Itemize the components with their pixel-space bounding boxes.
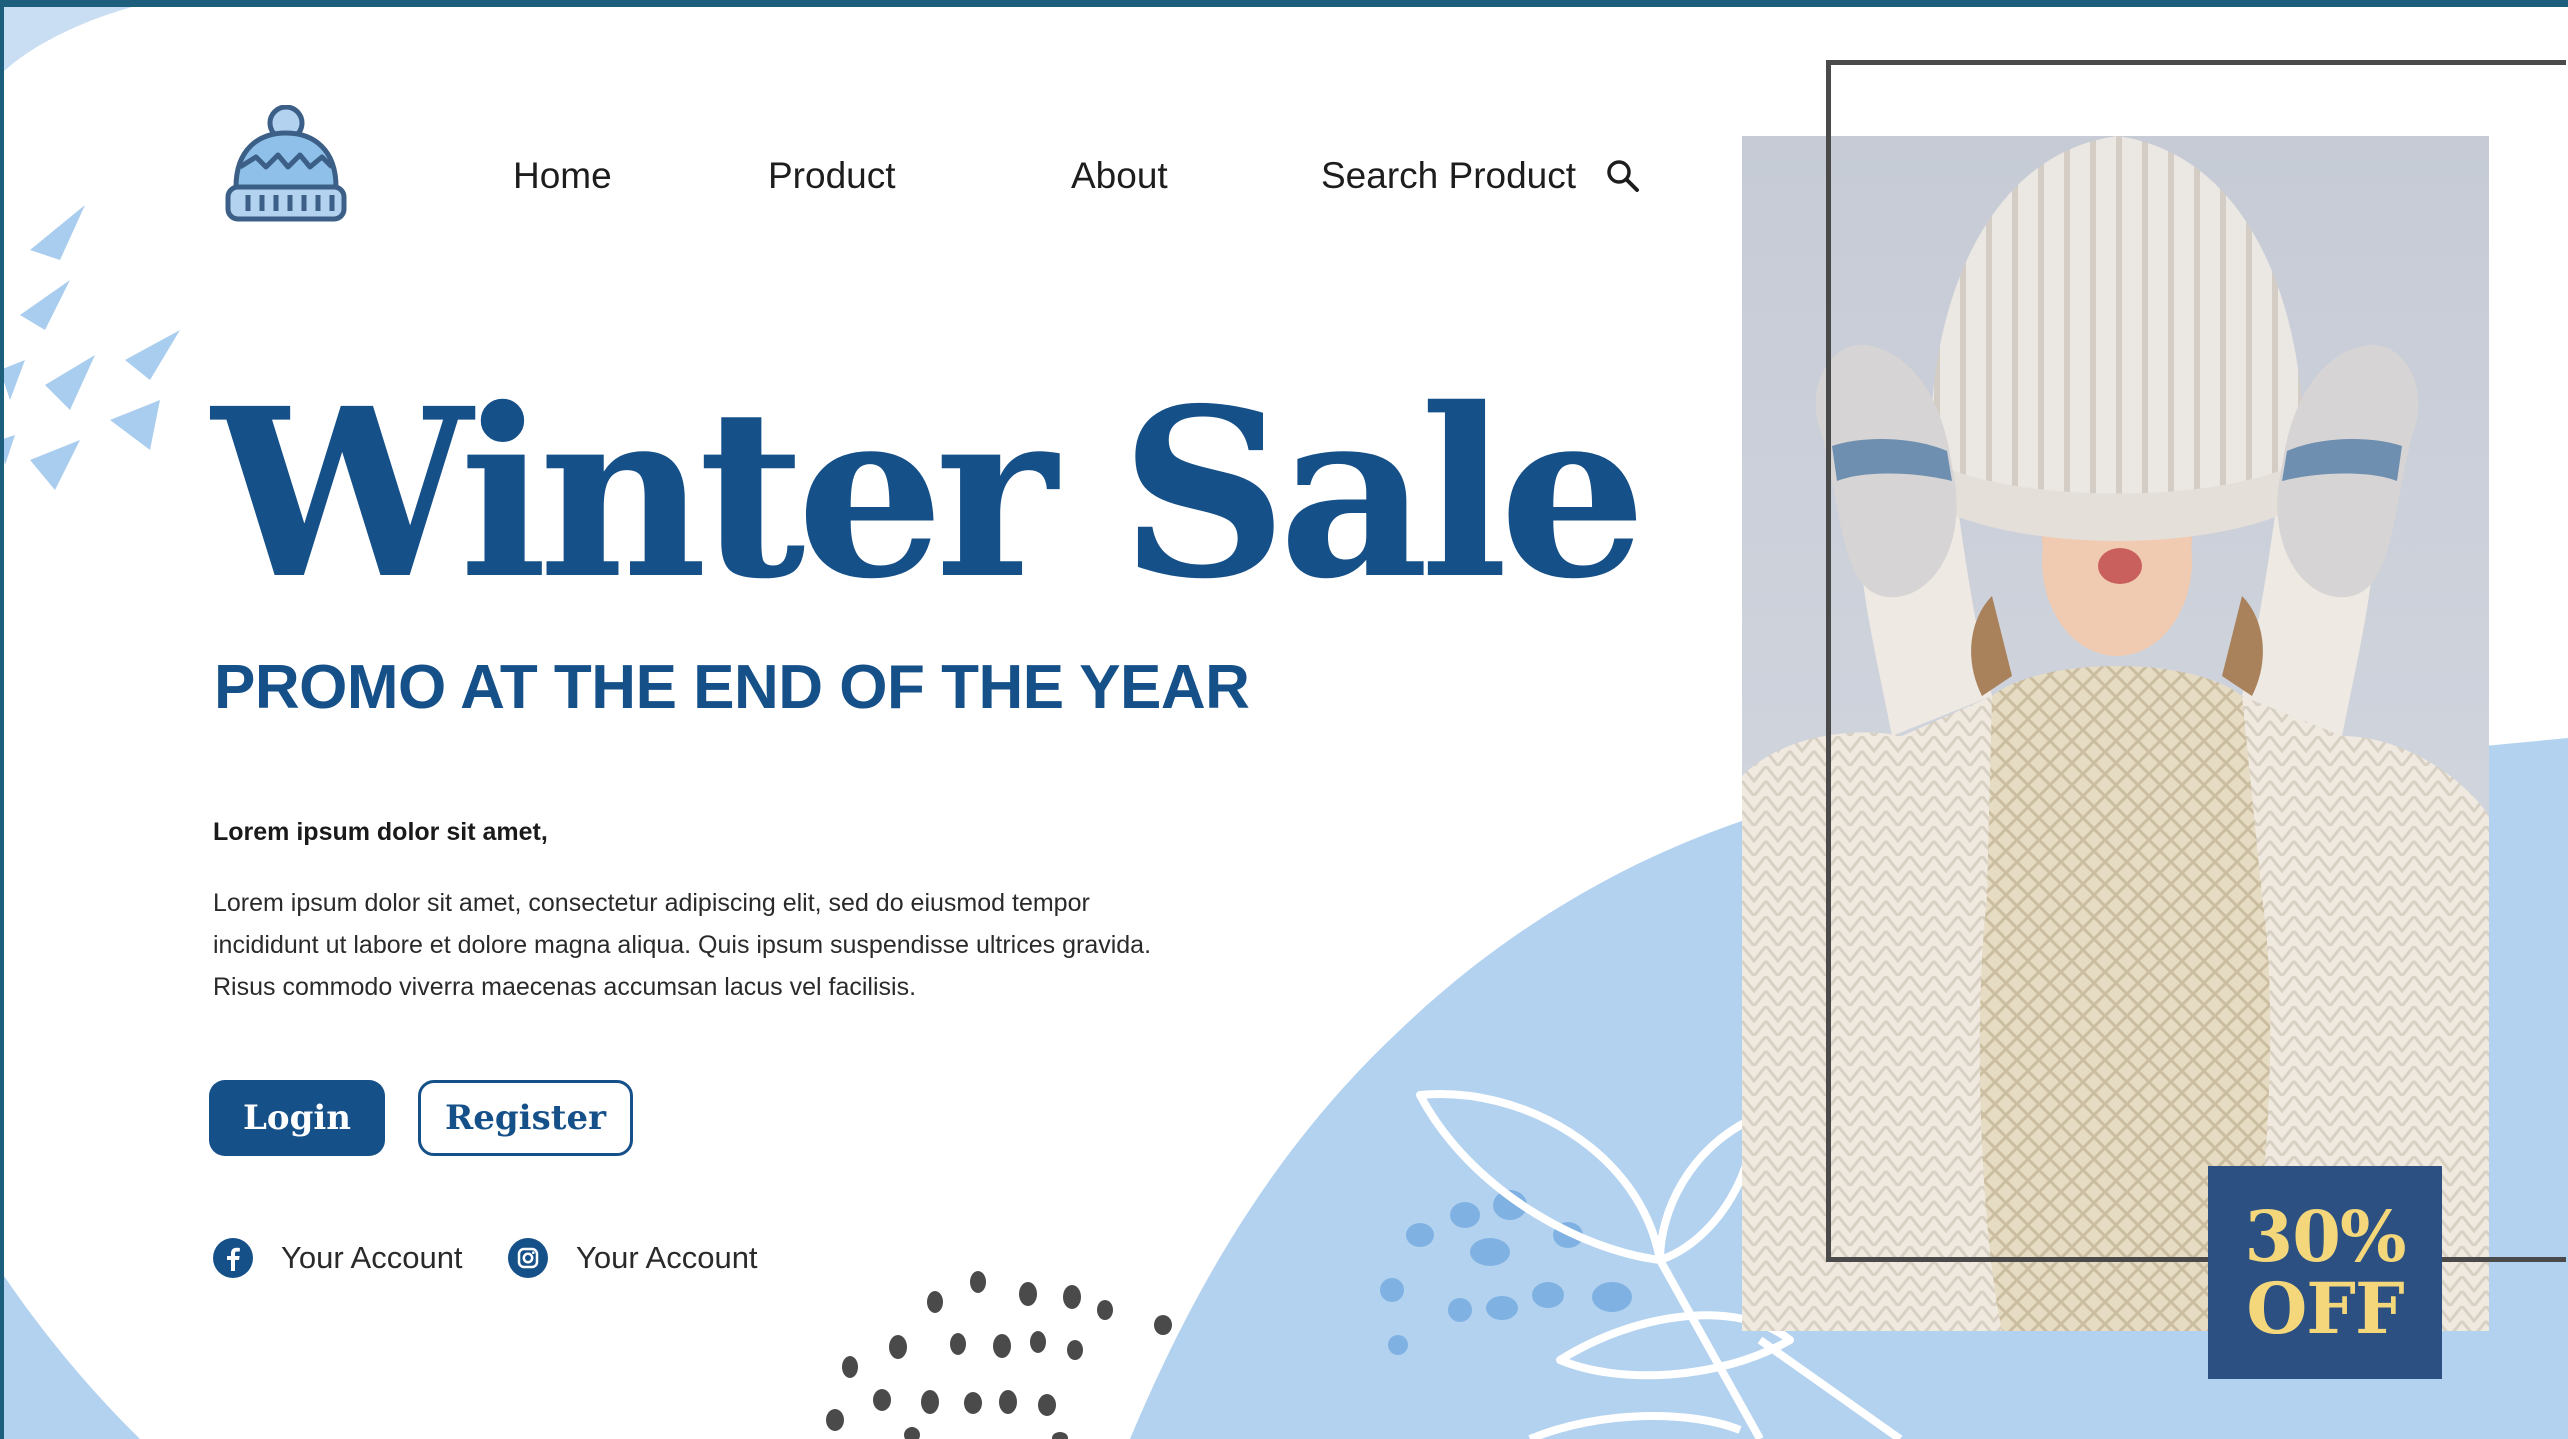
landing-page: Home Product About Search Product Winter… bbox=[0, 0, 2568, 1439]
facebook-account-label: Your Account bbox=[281, 1240, 463, 1275]
hero-subtitle: PROMO AT THE END OF THE YEAR bbox=[214, 653, 1250, 722]
instagram-account-label: Your Account bbox=[576, 1240, 758, 1275]
hero-title: Winter Sale bbox=[212, 357, 1647, 630]
body-text: Lorem ipsum dolor sit amet, consectetur … bbox=[213, 889, 1152, 1001]
discount-percent: 30% bbox=[2244, 1194, 2407, 1278]
discount-badge: 30% OFF bbox=[2208, 1166, 2442, 1379]
register-button[interactable]: Register bbox=[418, 1080, 633, 1156]
nav-product[interactable]: Product bbox=[768, 155, 896, 197]
photo-frame bbox=[1826, 60, 2566, 1262]
instagram-account-link[interactable]: Your Account bbox=[508, 1238, 758, 1278]
discount-off: OFF bbox=[2246, 1266, 2404, 1350]
dots-decor bbox=[826, 1271, 1172, 1439]
search-icon[interactable] bbox=[1605, 158, 1641, 194]
instagram-icon bbox=[508, 1238, 548, 1278]
nav-search-product[interactable]: Search Product bbox=[1321, 155, 1576, 197]
triangle-decor bbox=[0, 205, 180, 490]
facebook-icon bbox=[213, 1238, 253, 1278]
nav-home[interactable]: Home bbox=[513, 155, 612, 197]
left-border bbox=[0, 0, 4, 1439]
facebook-account-link[interactable]: Your Account bbox=[213, 1238, 463, 1278]
beanie-hat-icon bbox=[225, 105, 347, 222]
nav-about[interactable]: About bbox=[1071, 155, 1168, 197]
top-border bbox=[0, 0, 2568, 7]
lead-text: Lorem ipsum dolor sit amet, bbox=[213, 818, 548, 846]
login-button[interactable]: Login bbox=[209, 1080, 385, 1156]
